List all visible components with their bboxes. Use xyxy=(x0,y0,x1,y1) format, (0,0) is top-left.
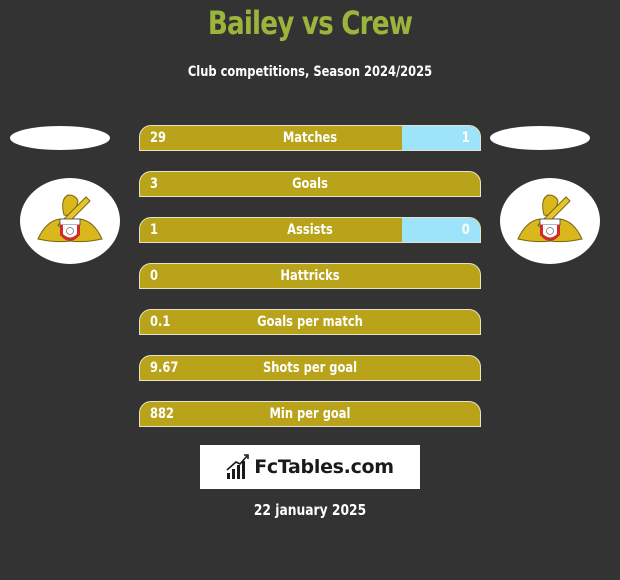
stat-row-hattricks: 0 Hattricks xyxy=(139,263,481,289)
bar-chart-icon xyxy=(226,454,249,479)
page-title: Bailey vs Crew xyxy=(207,4,413,42)
footer-date: 22 january 2025 xyxy=(253,501,367,519)
stat-label: Assists xyxy=(287,222,333,238)
stat-label: Min per goal xyxy=(269,406,351,422)
stat-row-matches: 29 Matches 1 xyxy=(139,125,481,151)
right-value: 1 xyxy=(462,130,470,146)
stat-row-goals-per-match: 0.1 Goals per match xyxy=(139,309,481,335)
left-team-logo[interactable] xyxy=(20,178,120,264)
stat-label: Goals per match xyxy=(257,314,363,330)
right-value: 0 xyxy=(462,222,470,238)
stat-row-shots-per-goal: 9.67 Shots per goal xyxy=(139,355,481,381)
stat-label: Goals xyxy=(292,176,328,192)
right-team-name-placeholder xyxy=(490,126,590,150)
brand-name: FcTables.com xyxy=(254,456,394,478)
left-value: 0.1 xyxy=(150,314,171,330)
left-value: 0 xyxy=(150,268,158,284)
fctables-brand-link[interactable]: FcTables.com xyxy=(200,445,420,489)
stat-row-assists: 1 Assists 0 xyxy=(139,217,481,243)
left-value: 3 xyxy=(150,176,158,192)
stat-label: Shots per goal xyxy=(262,360,358,376)
page-subtitle: Club competitions, Season 2024/2025 xyxy=(187,64,433,80)
right-team-logo[interactable] xyxy=(500,178,600,264)
stat-label: Matches xyxy=(282,130,338,146)
left-team-name-placeholder xyxy=(10,126,110,150)
stat-label: Hattricks xyxy=(280,268,340,284)
stat-row-goals: 3 Goals xyxy=(139,171,481,197)
doncaster-rovers-crest-icon xyxy=(37,194,103,243)
left-value: 1 xyxy=(150,222,158,238)
doncaster-rovers-crest-icon xyxy=(517,194,583,243)
left-value: 29 xyxy=(150,130,166,146)
stat-row-min-per-goal: 882 Min per goal xyxy=(139,401,481,427)
